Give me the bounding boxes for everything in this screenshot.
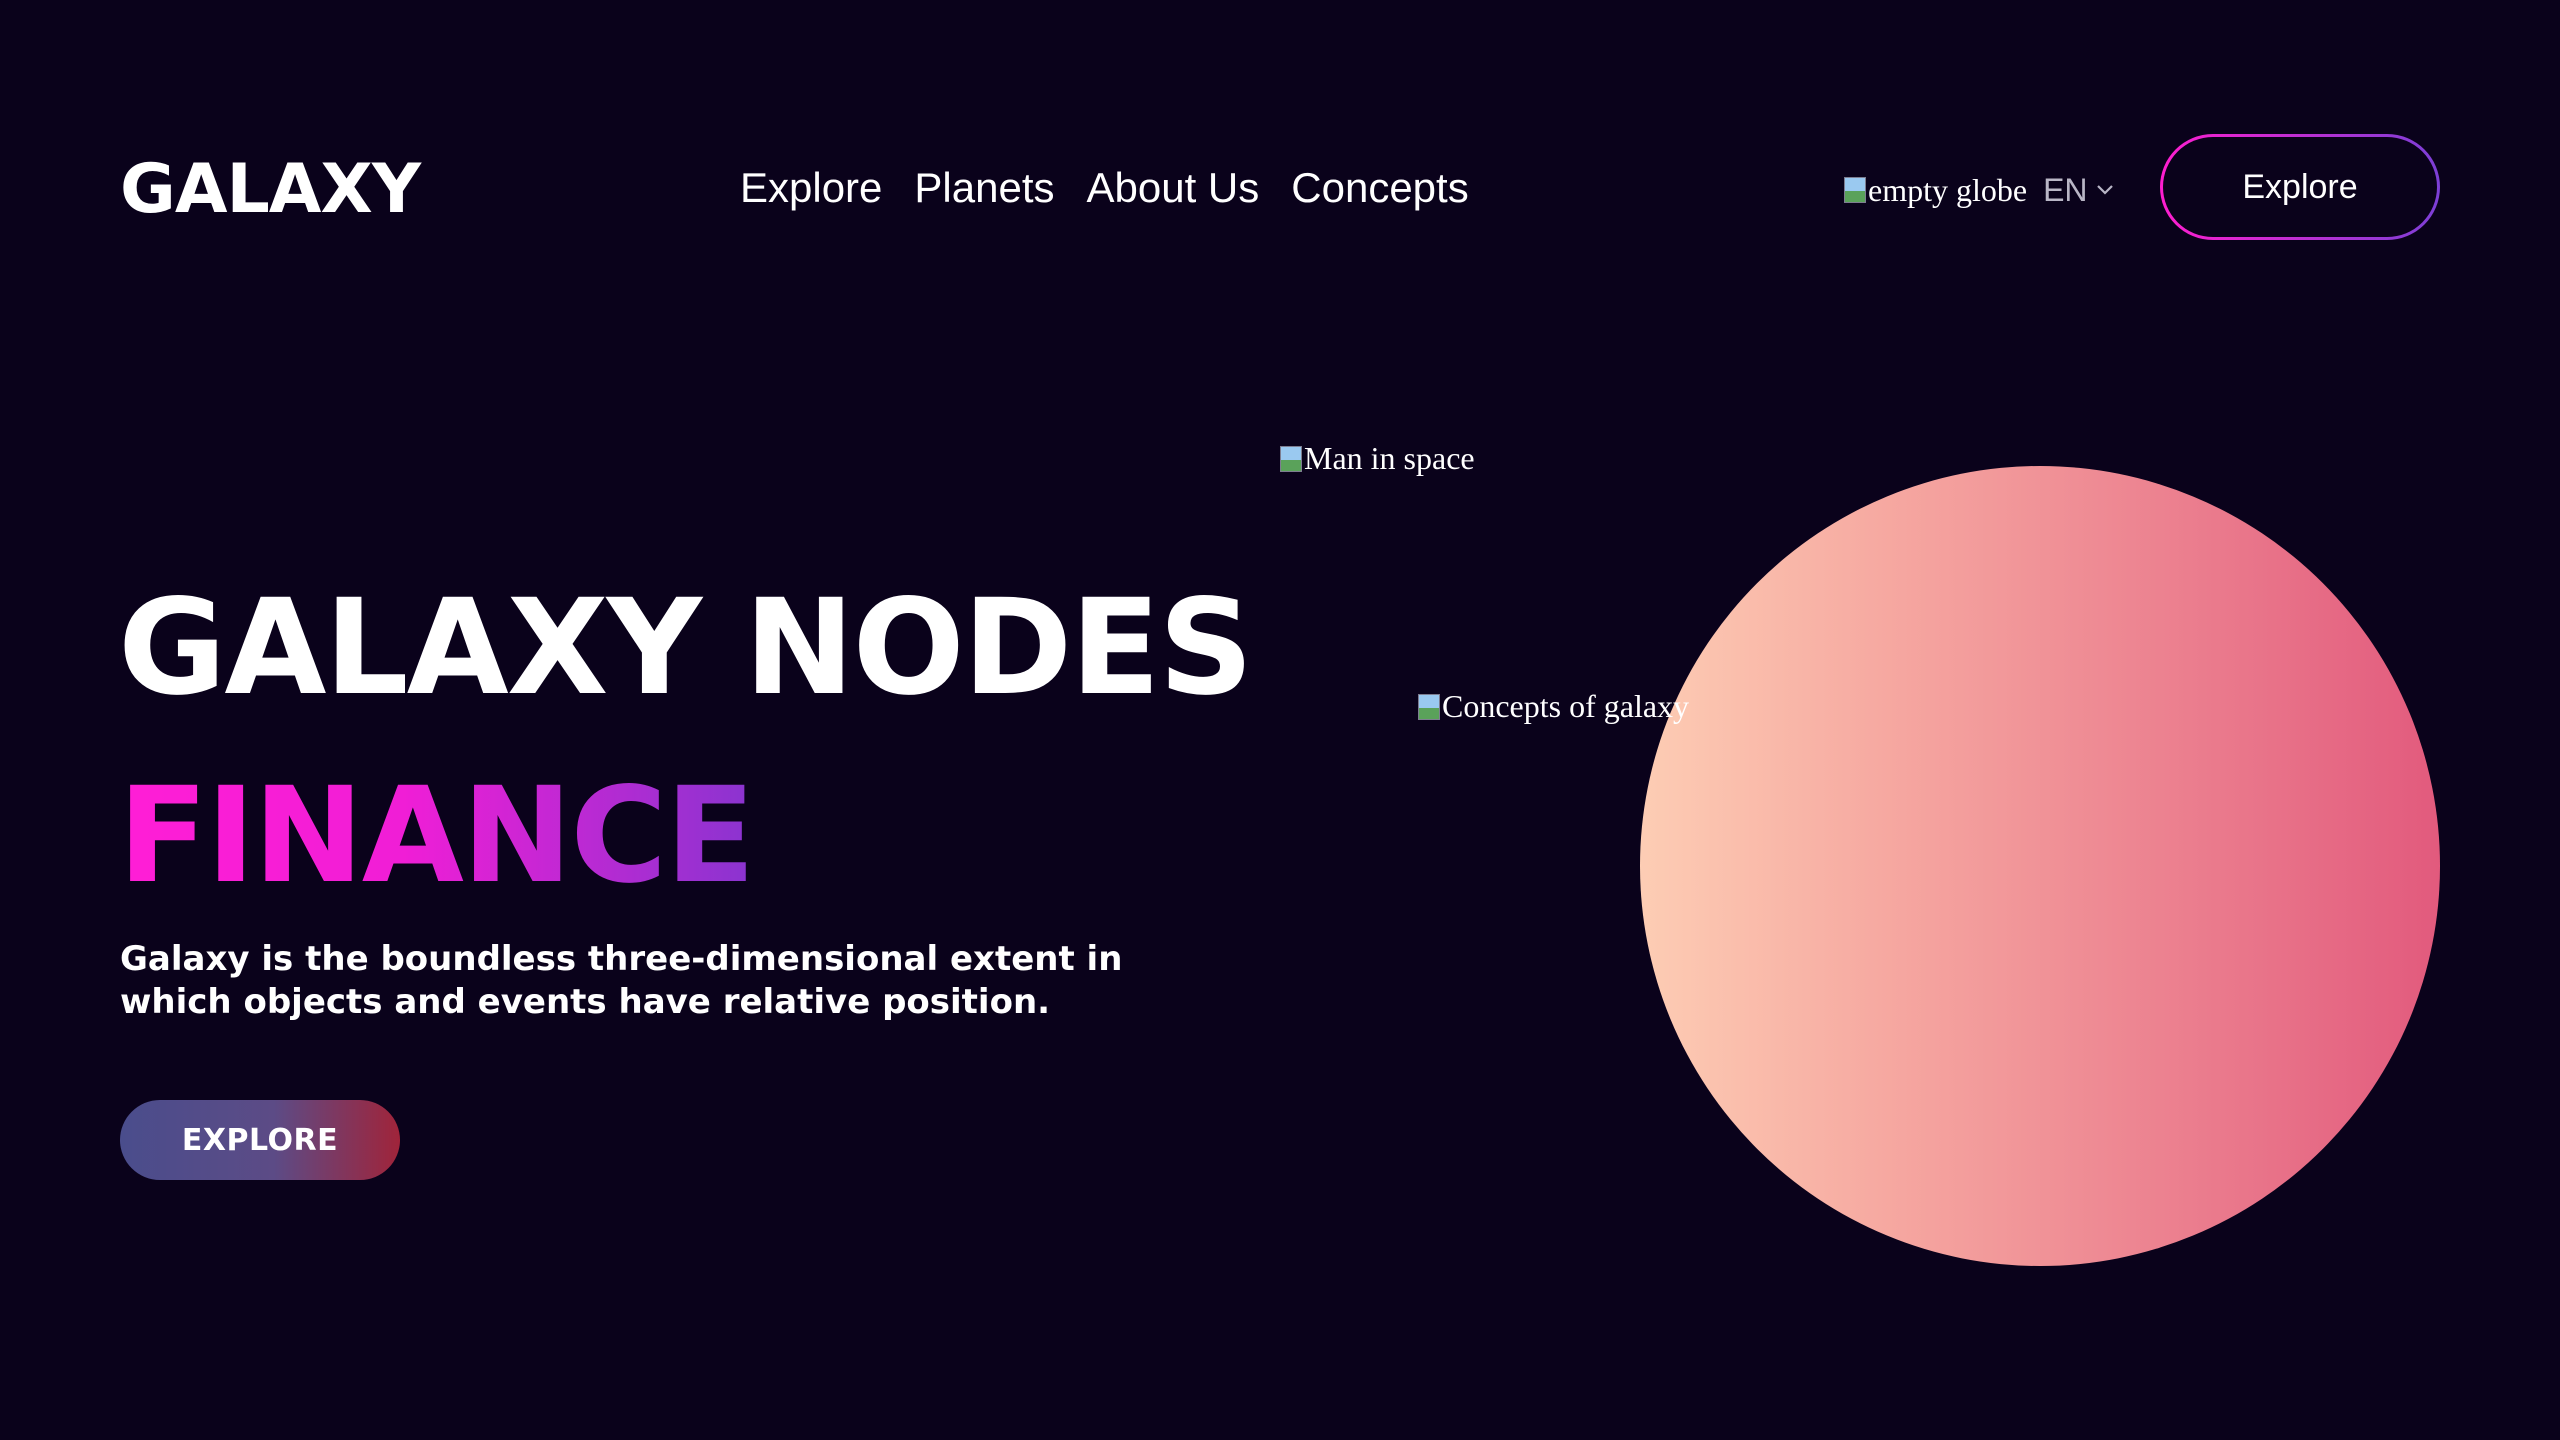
nav-item-about-us[interactable]: About Us [1087,160,1260,216]
man-in-space-alt-text: Man in space [1304,440,1475,476]
man-in-space-image: Man in space [1280,440,1475,477]
concepts-alt-text: Concepts of galaxy [1442,688,1690,724]
header-explore-button-label: Explore [2163,137,2437,237]
language-code: EN [2043,171,2088,208]
hero-explore-button[interactable]: EXPLORE [120,1100,400,1180]
globe-image-alt-text: empty globe [1868,171,2028,208]
concepts-of-galaxy-image: Concepts of galaxy [1418,688,1689,725]
broken-image-icon [1280,445,1302,472]
globe-image: empty globe [1844,172,2027,209]
language-dropdown[interactable]: EN [2043,172,2113,209]
hero-title-line-1: GALAXY NODES [118,571,1254,725]
language-selector: empty globe EN [1844,168,2114,212]
nav-item-concepts[interactable]: Concepts [1291,160,1468,216]
hero-description: Galaxy is the boundless three-dimensiona… [120,939,1123,1022]
nav-item-planets[interactable]: Planets [914,160,1054,216]
broken-image-icon [1844,177,1866,203]
main-nav: Explore Planets About Us Concepts [740,160,1469,216]
header-explore-button[interactable]: Explore [2160,134,2440,240]
logo[interactable]: GALAXY [120,148,421,232]
hero-title: GALAXY NODES FINANCE [118,571,1254,913]
broken-image-icon [1418,693,1440,720]
chevron-down-icon [2096,185,2113,195]
planet-graphic [1640,466,2440,1266]
nav-item-explore[interactable]: Explore [740,160,882,216]
hero-title-line-2: FINANCE [118,759,755,913]
